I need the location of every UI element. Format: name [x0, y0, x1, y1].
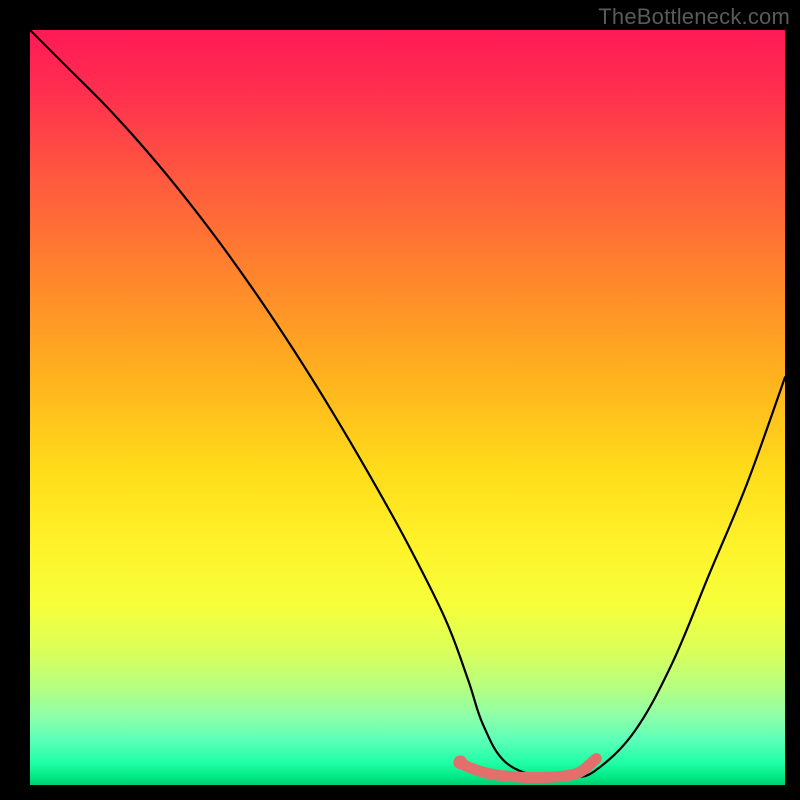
curve-svg [30, 30, 785, 785]
chart-container: TheBottleneck.com [0, 0, 800, 800]
optimal-range-marker [460, 759, 596, 778]
plot-area [30, 30, 785, 785]
watermark-text: TheBottleneck.com [598, 4, 790, 30]
bottleneck-curve [30, 30, 785, 779]
optimal-start-dot-icon [453, 755, 467, 769]
